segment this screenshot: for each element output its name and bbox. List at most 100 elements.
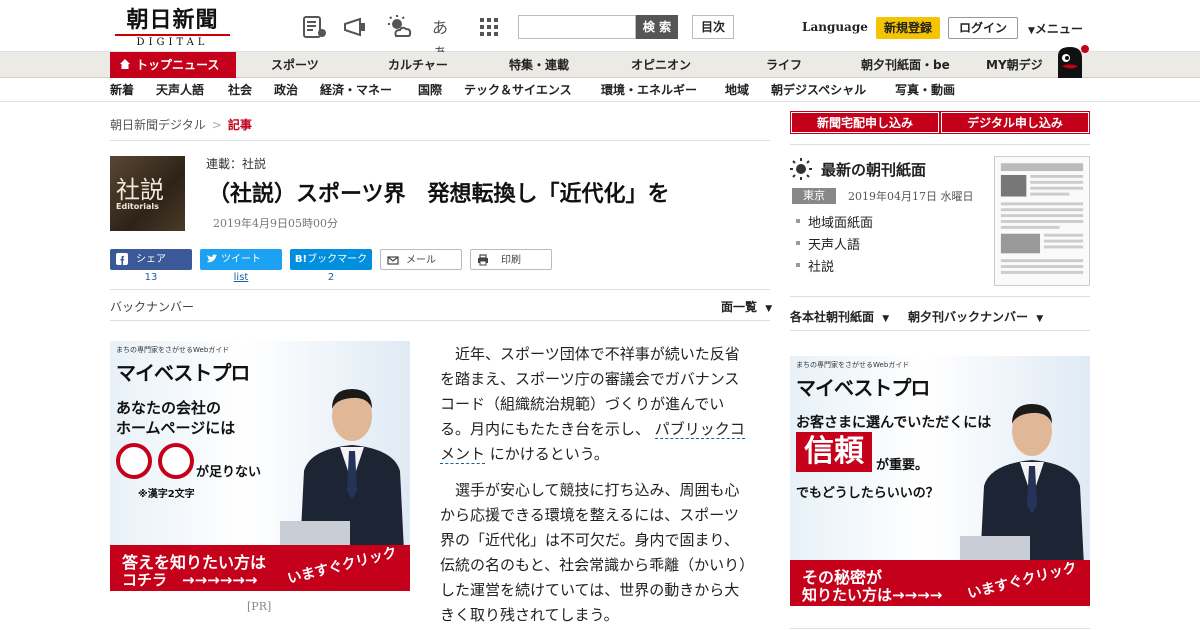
subnav-item[interactable]: 新着 — [110, 79, 134, 102]
edition-dropdown[interactable]: 各本社朝刊紙面 ▼ — [790, 308, 889, 325]
backnumber-dropdown[interactable]: 朝夕刊バックナンバー ▼ — [908, 308, 1043, 325]
site-header: 朝日新聞 DIGITAL あぁ 検 索 目次 Language 新規登録 ログイ… — [0, 0, 1200, 61]
subnav-item[interactable]: 経済・マネー — [320, 79, 392, 102]
nav-item-top-news[interactable]: トップニュース — [110, 52, 236, 78]
page-list-dropdown[interactable]: 面一覧 ▼ — [721, 298, 772, 315]
paper-link-editorial[interactable]: 社説 — [808, 256, 834, 275]
nav-item-culture[interactable]: カルチャー — [388, 52, 448, 78]
chevron-down-icon: ▼ — [1028, 26, 1035, 36]
megaphone-icon[interactable] — [342, 14, 368, 40]
ad-brand: マイベストプロ — [796, 376, 930, 400]
main-nav: トップニュース スポーツ カルチャー 特集・連載 オピニオン ライフ 朝夕刊紙面… — [0, 52, 1200, 78]
nav-item-my[interactable]: MY朝デジ — [986, 52, 1043, 78]
backnumber-link[interactable]: バックナンバー — [110, 298, 194, 315]
bullet — [796, 219, 800, 223]
nav-item-opinion[interactable]: オピニオン — [631, 52, 691, 78]
region-badge: 東京 — [792, 188, 836, 204]
breadcrumb: 朝日新聞デジタル > 記事 — [110, 116, 252, 133]
ad-cta-band: 答えを知りたい方は コチラ →→→→→→ いますぐクリック — [110, 545, 410, 591]
chevron-down-icon: ▼ — [1036, 314, 1044, 324]
menu-button[interactable]: ▼メニュー — [1028, 20, 1083, 37]
divider — [790, 628, 1090, 629]
logo-jp: 朝日新聞 — [126, 7, 219, 33]
index-button[interactable]: 目次 — [692, 15, 734, 39]
subnav-item[interactable]: 社会 — [228, 79, 252, 102]
twitter-share-button[interactable]: ツイート — [200, 249, 282, 270]
advertisement-right[interactable]: まちの専門家をさがせるWebガイド マイベストプロ お客さまに選んでいただくには… — [790, 356, 1090, 606]
digital-subscribe-button[interactable]: デジタル申し込み — [940, 111, 1090, 134]
print-button[interactable]: 印刷 — [470, 249, 552, 270]
twitter-list-link[interactable]: list — [200, 272, 282, 283]
paragraph: 選手が安心して競技に打ち込み、周囲も心から応援できる環境を整えるには、スポーツ界… — [440, 481, 747, 624]
nav-item-paper[interactable]: 朝夕刊紙面・be — [861, 52, 950, 78]
paper-link-tenseijingo[interactable]: 天声人語 — [808, 234, 860, 253]
register-button[interactable]: 新規登録 — [876, 17, 940, 39]
circles-graphic — [116, 443, 194, 479]
search-button[interactable]: 検 索 — [636, 15, 678, 39]
nav-item-sports[interactable]: スポーツ — [271, 52, 319, 78]
subnav-item[interactable]: 天声人語 — [156, 79, 204, 102]
page-list-label: 面一覧 — [721, 300, 758, 314]
paper-link-regional[interactable]: 地域面紙面 — [808, 212, 873, 231]
subnav-item[interactable]: 国際 — [418, 79, 442, 102]
mail-share-button[interactable]: メール — [380, 249, 462, 270]
font-size-toggle[interactable]: あぁ — [432, 14, 458, 61]
ad-cta-line: コチラ →→→→→→ — [122, 571, 258, 589]
search-input[interactable] — [518, 15, 636, 39]
article-body: 近年、スポーツ団体で不祥事が続いた反省を踏まえ、スポーツ庁の審議会でガバナンスコ… — [440, 342, 750, 630]
hatena-bookmark-button[interactable]: B!ブックマーク — [290, 249, 372, 270]
divider — [790, 296, 1090, 297]
ad-tag: まちの専門家をさがせるWebガイド — [796, 361, 910, 369]
grid-icon[interactable] — [476, 14, 502, 40]
facebook-icon — [116, 253, 128, 265]
paragraph: 近年、スポーツ団体で不祥事が続いた反省を踏まえ、スポーツ庁の審議会でガバナンスコ… — [440, 342, 750, 467]
home-icon — [120, 59, 130, 69]
ad-line: が足りない — [196, 465, 262, 480]
subnav-item[interactable]: 朝デジスペシャル — [771, 79, 866, 102]
ad-line: ホームページには — [116, 419, 236, 437]
bullet — [796, 263, 800, 267]
hatena-icon: B! — [294, 254, 308, 265]
paragraph-text: にかけるという。 — [489, 445, 609, 463]
logo-en: DIGITAL — [115, 34, 230, 48]
ad-note: ※漢字2文字 — [138, 489, 195, 500]
divider — [110, 320, 770, 321]
subnav-item[interactable]: 政治 — [274, 79, 298, 102]
pr-label: [PR] — [247, 600, 272, 613]
divider — [790, 144, 1090, 145]
paper-icon[interactable] — [301, 14, 327, 40]
nav-item-life[interactable]: ライフ — [766, 52, 802, 78]
nav-item-features[interactable]: 特集・連載 — [509, 52, 569, 78]
weather-icon[interactable] — [386, 14, 412, 40]
paper-date: 2019年04月17日 水曜日 — [848, 190, 974, 203]
editorial-image-en: Editorials — [116, 202, 159, 211]
subnav-item[interactable]: テック＆サイエンス — [464, 79, 572, 102]
language-link[interactable]: Language — [802, 20, 868, 34]
subnav-item[interactable]: 地域 — [725, 79, 749, 102]
divider — [110, 289, 770, 290]
newspaper-thumbnail[interactable] — [994, 156, 1090, 286]
chevron-down-icon: ▼ — [765, 304, 773, 314]
sun-icon — [790, 158, 812, 180]
home-delivery-button[interactable]: 新聞宅配申し込み — [790, 111, 940, 134]
print-icon — [478, 254, 488, 266]
share-label: シェア — [136, 254, 166, 265]
share-label: ブックマーク — [307, 254, 368, 265]
mascot-icon — [1058, 45, 1089, 78]
subnav-item[interactable]: 写真・動画 — [895, 79, 955, 102]
subnav-item[interactable]: 環境・エネルギー — [601, 79, 697, 102]
breadcrumb-home[interactable]: 朝日新聞デジタル — [110, 118, 206, 132]
series-label[interactable]: 連載：社説 — [206, 155, 266, 172]
ad-click-label: いますぐクリック — [965, 559, 1079, 603]
article-date: 2019年4月9日05時00分 — [213, 217, 338, 230]
edition-label: 各本社朝刊紙面 — [790, 310, 875, 324]
latest-paper-title[interactable]: 最新の朝刊紙面 — [821, 159, 926, 180]
site-logo[interactable]: 朝日新聞 DIGITAL — [115, 7, 230, 48]
advertisement-left[interactable]: まちの専門家をさがせるWebガイド マイベストプロ あなたの会社の ホームページ… — [110, 341, 410, 591]
login-button[interactable]: ログイン — [948, 17, 1018, 39]
facebook-share-button[interactable]: シェア — [110, 249, 192, 270]
divider — [110, 140, 770, 141]
ad-line: お客さまに選んでいただくには — [796, 415, 992, 431]
editorial-image-kanji: 社説 — [116, 176, 164, 204]
editorial-image: 社説 Editorials — [110, 156, 185, 231]
